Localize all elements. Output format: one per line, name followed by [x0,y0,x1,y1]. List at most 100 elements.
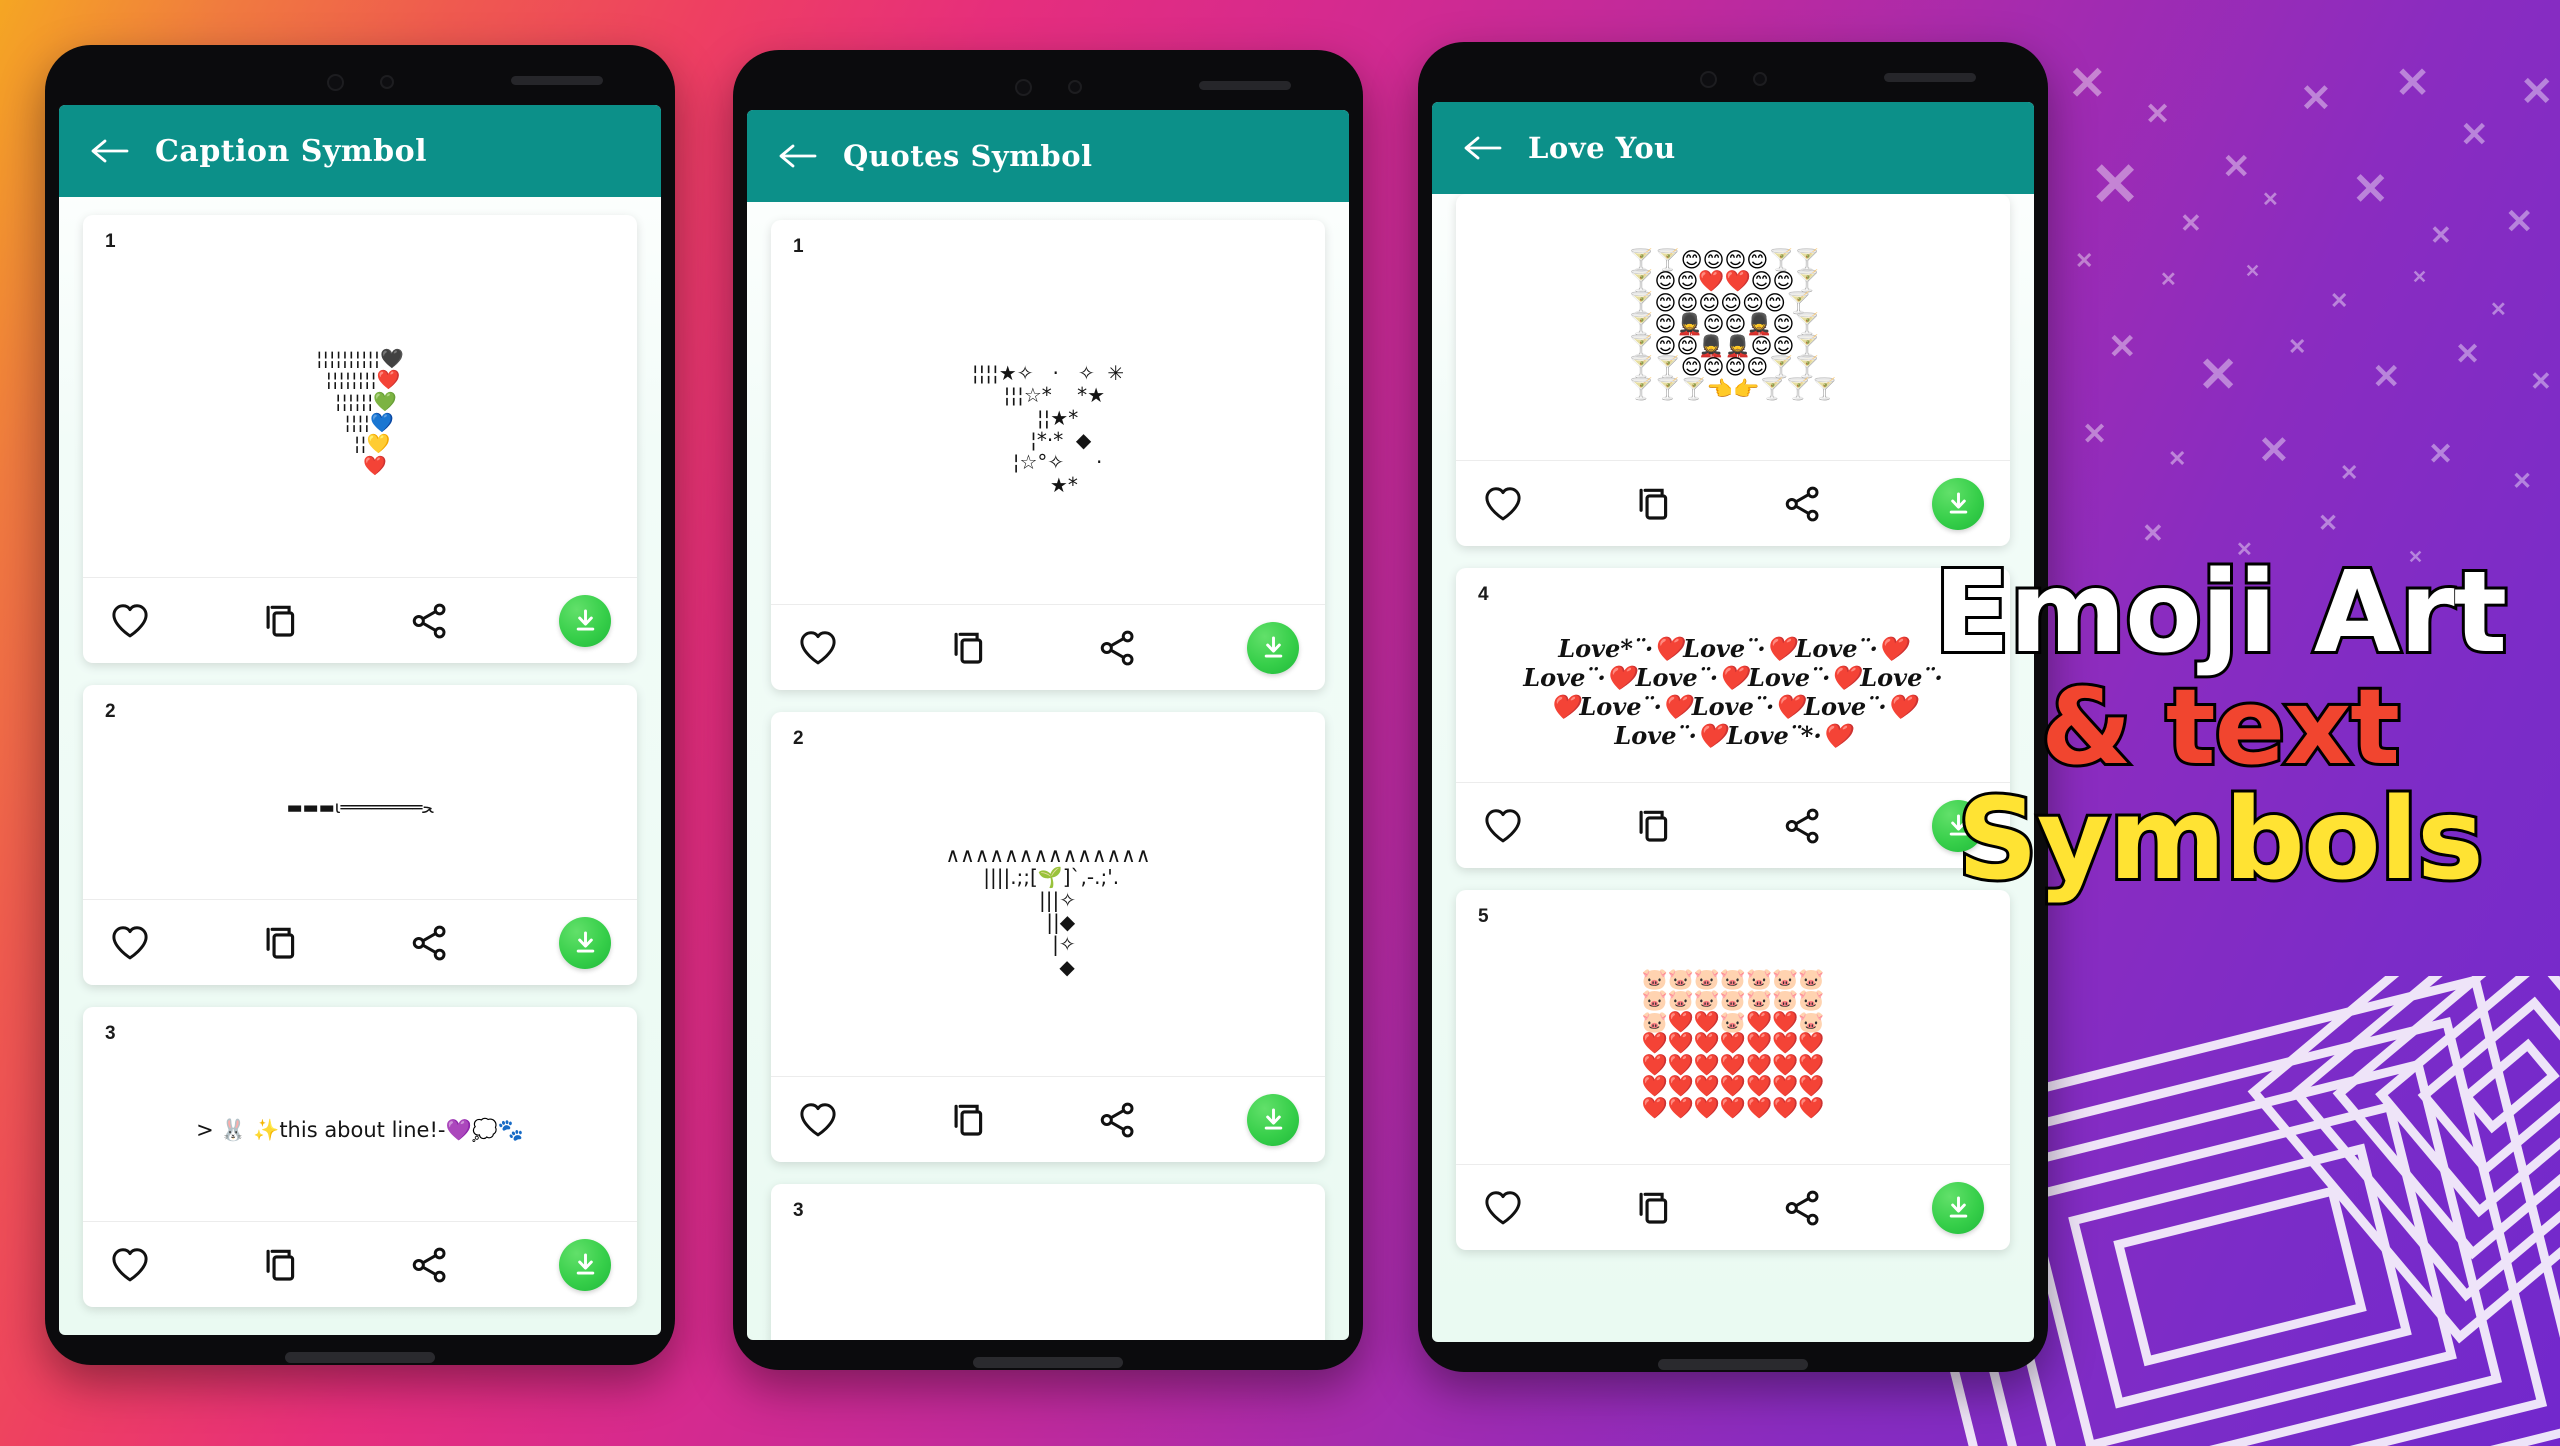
phone-bottom-bezel-2 [747,1340,1349,1384]
card-action-bar [771,604,1325,690]
share-icon[interactable] [409,922,451,964]
phone-top-bezel-2 [747,64,1349,110]
x-decoration: ✕ [2198,349,2239,402]
x-decoration: ✕ [2530,366,2552,396]
card-art-area: > 🐰 ✨this about line!-💜💭🐾 [83,1045,637,1221]
favorite-icon[interactable] [797,1099,839,1141]
nav-pill [285,1351,435,1363]
symbol-card[interactable]: 2 ▬▬▬ι════════ﺤ [83,685,637,985]
share-icon[interactable] [409,600,451,642]
card-action-bar [1456,460,2010,546]
nav-pill [1658,1358,1808,1370]
symbol-list-3[interactable]: 🍸🍸😊😊😊😊🍸🍸 🍸😊😊❤️❤️😊😊🍸 🍸😊😊😊😊😊😊🍸 🍸😊💂😊😊💂😊🍸 🍸😊… [1432,194,2034,1342]
x-decoration: ✕ [2505,203,2534,241]
x-decoration: ✕ [2145,98,2171,131]
share-icon[interactable] [1782,483,1824,525]
favorite-icon[interactable] [109,922,151,964]
symbol-card[interactable]: 3 > 🐰 ✨this about line!-💜💭🐾 [83,1007,637,1307]
page-title: Quotes Symbol [843,139,1093,173]
card-art-emoji: 🍸🍸😊😊😊😊🍸🍸 🍸😊😊❤️❤️😊😊🍸 🍸😊😊😊😊😊😊🍸 🍸😊💂😊😊💂😊🍸 🍸😊… [1628,248,1838,401]
earpiece-speaker [1199,81,1291,90]
symbol-card[interactable]: 🍸🍸😊😊😊😊🍸🍸 🍸😊😊❤️❤️😊😊🍸 🍸😊😊😊😊😊😊🍸 🍸😊💂😊😊💂😊🍸 🍸😊… [1456,194,2010,546]
favorite-icon[interactable] [1482,805,1524,847]
favorite-icon[interactable] [109,600,151,642]
favorite-icon[interactable] [1482,483,1524,525]
copy-icon[interactable] [259,922,301,964]
download-button[interactable] [559,594,611,647]
x-decoration: ✕ [2512,468,2533,495]
card-art-area [771,1222,1325,1340]
card-action-bar [771,1076,1325,1162]
symbol-list-2[interactable]: 1 ¦¦¦¦★✧ · ✧ ✳ ¦¦¦☆* *★ ¦¦★* ¦*·* ◆ ¦☆°✧ … [747,202,1349,1340]
download-button[interactable] [1932,799,1984,852]
symbol-list-1[interactable]: 1 ¦¦¦¦¦¦¦¦¦¦🖤 ¦¦¦¦¦¦¦¦❤️ ¦¦¦¦¦¦💚 ¦¦¦¦💙 ¦¦… [59,197,661,1335]
sensor-icon [379,75,394,89]
x-decoration: ✕ [2245,261,2261,281]
phone-top-bezel-3 [1432,56,2034,102]
download-button[interactable] [1932,1181,1984,1234]
phone-screen-1: Caption Symbol 1 ¦¦¦¦¦¦¦¦¦¦🖤 ¦¦¦¦¦¦¦¦❤️ ¦… [59,105,661,1335]
card-art-symbol: > 🐰 ✨this about line!-💜💭🐾 [196,1118,524,1143]
favorite-icon[interactable] [797,627,839,669]
x-decoration: ✕ [2408,547,2424,567]
card-index: 2 [105,701,116,722]
copy-icon[interactable] [1632,483,1674,525]
download-button[interactable] [1932,477,1984,530]
copy-icon[interactable] [947,627,989,669]
back-arrow-icon[interactable] [89,137,129,165]
symbol-card[interactable]: 1 ¦¦¦¦★✧ · ✧ ✳ ¦¦¦☆* *★ ¦¦★* ¦*·* ◆ ¦☆°✧ … [771,220,1325,690]
copy-icon[interactable] [259,600,301,642]
symbol-card[interactable]: 3 [771,1184,1325,1340]
download-button[interactable] [559,1238,611,1291]
x-decoration: ✕ [2372,358,2401,396]
camera-icon [1014,78,1032,96]
copy-icon[interactable] [1632,805,1674,847]
copy-icon[interactable] [947,1099,989,1141]
share-icon[interactable] [1097,627,1139,669]
x-decoration: ✕ [2222,148,2251,186]
phone-screen-3: Love You 🍸🍸😊😊😊😊🍸🍸 🍸😊😊❤️❤️😊😊🍸 🍸😊😊😊😊😊😊🍸 🍸😊… [1432,102,2034,1342]
card-art-symbol: ¦¦¦¦¦¦¦¦¦¦🖤 ¦¦¦¦¦¦¦¦❤️ ¦¦¦¦¦¦💚 ¦¦¦¦💙 ¦¦💛… [316,348,404,477]
symbol-card[interactable]: 4 Love*¨·❤️Love¨·❤️Love¨·❤️ Love¨·❤️Love¨… [1456,568,2010,868]
card-action-bar [83,1221,637,1307]
card-index: 3 [105,1023,116,1044]
back-arrow-icon[interactable] [1462,134,1502,162]
x-decoration: ✕ [2068,57,2107,109]
card-art-area: ¦¦¦¦¦¦¦¦¦¦🖤 ¦¦¦¦¦¦¦¦❤️ ¦¦¦¦¦¦💚 ¦¦¦¦💙 ¦¦💛… [83,253,637,577]
back-arrow-icon[interactable] [777,142,817,170]
download-button[interactable] [559,916,611,969]
share-icon[interactable] [1782,1187,1824,1229]
copy-icon[interactable] [1632,1187,1674,1229]
copy-icon[interactable] [259,1244,301,1286]
x-decoration: ✕ [2160,269,2177,291]
share-icon[interactable] [1782,805,1824,847]
download-button[interactable] [1247,1093,1299,1146]
appbar-3: Love You [1432,102,2034,194]
phone-bottom-bezel-1 [59,1335,661,1379]
symbol-card[interactable]: 2 ∧∧∧∧∧∧∧∧∧∧∧∧∧∧ ||||.;;[🌱]`,-.;'. |||✧ |… [771,712,1325,1162]
x-decoration: ✕ [2142,518,2164,548]
share-icon[interactable] [1097,1099,1139,1141]
x-decoration: ✕ [2258,430,2290,472]
favorite-icon[interactable] [109,1244,151,1286]
symbol-card[interactable]: 5 🐷🐷🐷🐷🐷🐷🐷 🐷🐷🐷🐷🐷🐷🐷 🐷❤️❤️🐷❤️❤️🐷 ❤️❤️❤️❤️❤️❤… [1456,890,2010,1250]
download-button[interactable] [1247,621,1299,674]
page-title: Love You [1528,131,1676,165]
appbar-1: Caption Symbol [59,105,661,197]
card-action-bar [83,899,637,985]
x-decoration: ✕ [2236,539,2253,561]
symbol-card[interactable]: 1 ¦¦¦¦¦¦¦¦¦¦🖤 ¦¦¦¦¦¦¦¦❤️ ¦¦¦¦¦¦💚 ¦¦¦¦💙 ¦¦… [83,215,637,663]
phone-bottom-bezel-3 [1432,1342,2034,1386]
x-decoration: ✕ [2108,328,2137,366]
card-index: 5 [1478,906,1489,927]
x-decoration: ✕ [2075,248,2094,273]
share-icon[interactable] [409,1244,451,1286]
x-decoration: ✕ [2455,338,2481,371]
x-decoration: ✕ [2330,288,2349,313]
card-art-symbol: ∧∧∧∧∧∧∧∧∧∧∧∧∧∧ ||||.;;[🌱]`,-.;'. |||✧ ||… [945,842,1151,979]
x-decoration: ✕ [2288,334,2307,359]
page-title: Caption Symbol [155,133,428,169]
x-decoration: ✕ [2318,510,2339,537]
camera-icon [326,73,344,91]
favorite-icon[interactable] [1482,1187,1524,1229]
